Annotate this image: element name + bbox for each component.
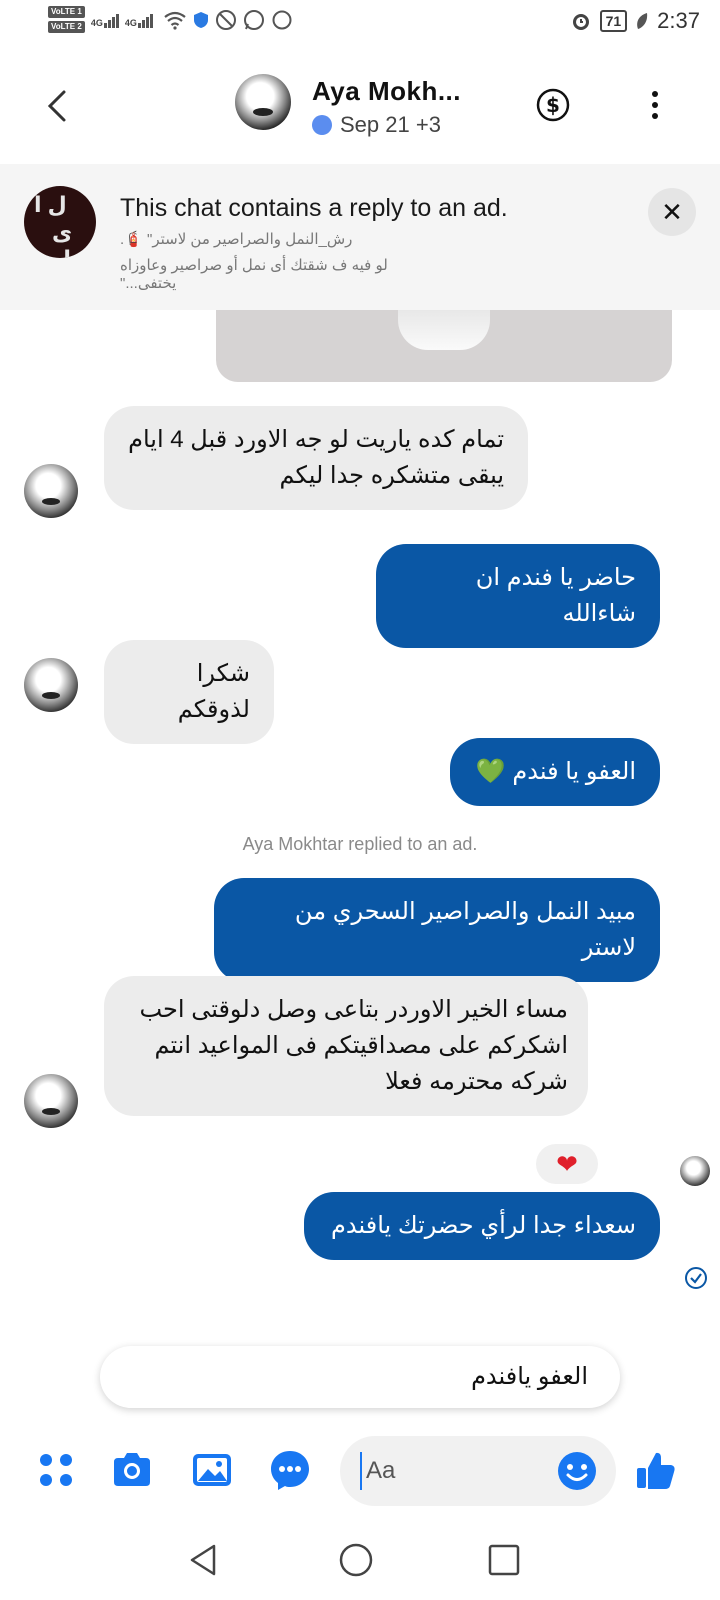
close-banner-button[interactable]: ✕: [648, 188, 696, 236]
volte-2-badge: VoLTE 2: [48, 21, 85, 33]
message-incoming[interactable]: شكرا لذوقكم: [104, 640, 274, 744]
ad-image-attachment[interactable]: [216, 310, 672, 382]
sent-check-icon: [685, 1267, 707, 1289]
back-arrow-icon[interactable]: [40, 86, 76, 126]
network-1-label: 4G: [90, 17, 103, 28]
sender-avatar[interactable]: [24, 658, 78, 712]
messenger-apps-icon[interactable]: [268, 1448, 312, 1492]
contact-subtitle-text: Sep 21 +3: [340, 112, 441, 137]
status-left: VoLTE 1 VoLTE 2 4G 4G: [48, 6, 293, 33]
contact-avatar[interactable]: [235, 74, 291, 130]
message-outgoing[interactable]: سعداء جدا لرأي حضرتك يافندم: [304, 1192, 660, 1260]
circle-icon: [272, 10, 292, 29]
message-incoming[interactable]: مساء الخير الاوردر بتاعى وصل دلوقتى احب …: [104, 976, 588, 1116]
status-bar: VoLTE 1 VoLTE 2 4G 4G 71 2:37: [0, 0, 720, 46]
whatsapp-icon: [243, 9, 264, 30]
contact-subtitle: Sep 21 +3: [312, 112, 441, 138]
clock: 2:37: [657, 8, 700, 33]
ad-banner-title: This chat contains a reply to an ad.: [120, 194, 508, 222]
heart-reaction[interactable]: ❤: [536, 1144, 598, 1184]
message-outgoing[interactable]: حاضر يا فندم ان شاءالله: [376, 544, 660, 648]
no-disturb-icon: [215, 9, 236, 30]
alarm-icon: [572, 14, 589, 30]
message-incoming[interactable]: تمام كده ياريت لو جه الاورد قبل 4 ايام ي…: [104, 406, 528, 510]
nav-home-icon[interactable]: [336, 1540, 376, 1580]
nav-recents-icon[interactable]: [484, 1540, 524, 1580]
message-input[interactable]: [360, 1452, 540, 1490]
status-right: 71 2:37: [570, 8, 700, 34]
nav-back-icon[interactable]: [184, 1540, 224, 1580]
contact-name[interactable]: Aya Mokh...: [312, 76, 461, 107]
emoji-icon[interactable]: [556, 1450, 598, 1492]
sender-avatar[interactable]: [24, 1074, 78, 1128]
quick-reply-suggestion[interactable]: العفو يافندم: [100, 1346, 620, 1408]
camera-icon[interactable]: [110, 1448, 154, 1492]
network-2-label: 4G: [124, 17, 137, 28]
read-receipt-avatar: [680, 1156, 710, 1186]
system-note: Aya Mokhtar replied to an ad.: [242, 834, 478, 854]
heart-icon: ❤: [556, 1148, 578, 1179]
payment-icon[interactable]: $: [536, 88, 570, 122]
volte-badges: VoLTE 1 VoLTE 2: [48, 6, 85, 33]
apps-grid-icon[interactable]: [34, 1448, 78, 1492]
signal-2-icon: 4G: [125, 12, 153, 28]
shield-icon: [193, 11, 208, 28]
close-icon: ✕: [661, 196, 683, 227]
ad-reply-banner[interactable]: ل ا ى ل This chat contains a reply to an…: [0, 164, 720, 310]
message-outgoing[interactable]: العفو يا فندم 💚: [450, 738, 660, 806]
ad-banner-line-1: رش_النمل والصراصير من لاستر" 🧯.: [120, 231, 353, 248]
signal-1-icon: 4G: [91, 12, 119, 28]
sender-avatar[interactable]: [24, 464, 78, 518]
battery-icon: 71: [599, 10, 628, 32]
volte-1-badge: VoLTE 1: [48, 6, 85, 18]
ad-banner-line-2: لو فيه ف شقتك أى نمل أو صراصير وعاوزاه ي…: [120, 257, 388, 292]
system-nav-bar: [0, 1520, 720, 1600]
chat-header: Aya Mokh... Sep 21 +3 $: [0, 58, 720, 154]
message-outgoing[interactable]: مبيد النمل والصراصير السحري من لاستر: [214, 878, 660, 982]
more-options-icon[interactable]: [648, 88, 662, 122]
message-composer: [0, 1430, 720, 1510]
like-thumb-icon[interactable]: [634, 1448, 678, 1492]
product-bottle-image: [398, 310, 490, 350]
message-input-box[interactable]: [340, 1436, 616, 1506]
wifi-icon: [164, 11, 186, 30]
status-dot-icon: [312, 115, 332, 135]
ad-thumbnail: ل ا ى ل: [24, 186, 96, 258]
svg-text:$: $: [546, 93, 560, 117]
leaf-icon: [637, 13, 648, 29]
gallery-icon[interactable]: [190, 1448, 234, 1492]
